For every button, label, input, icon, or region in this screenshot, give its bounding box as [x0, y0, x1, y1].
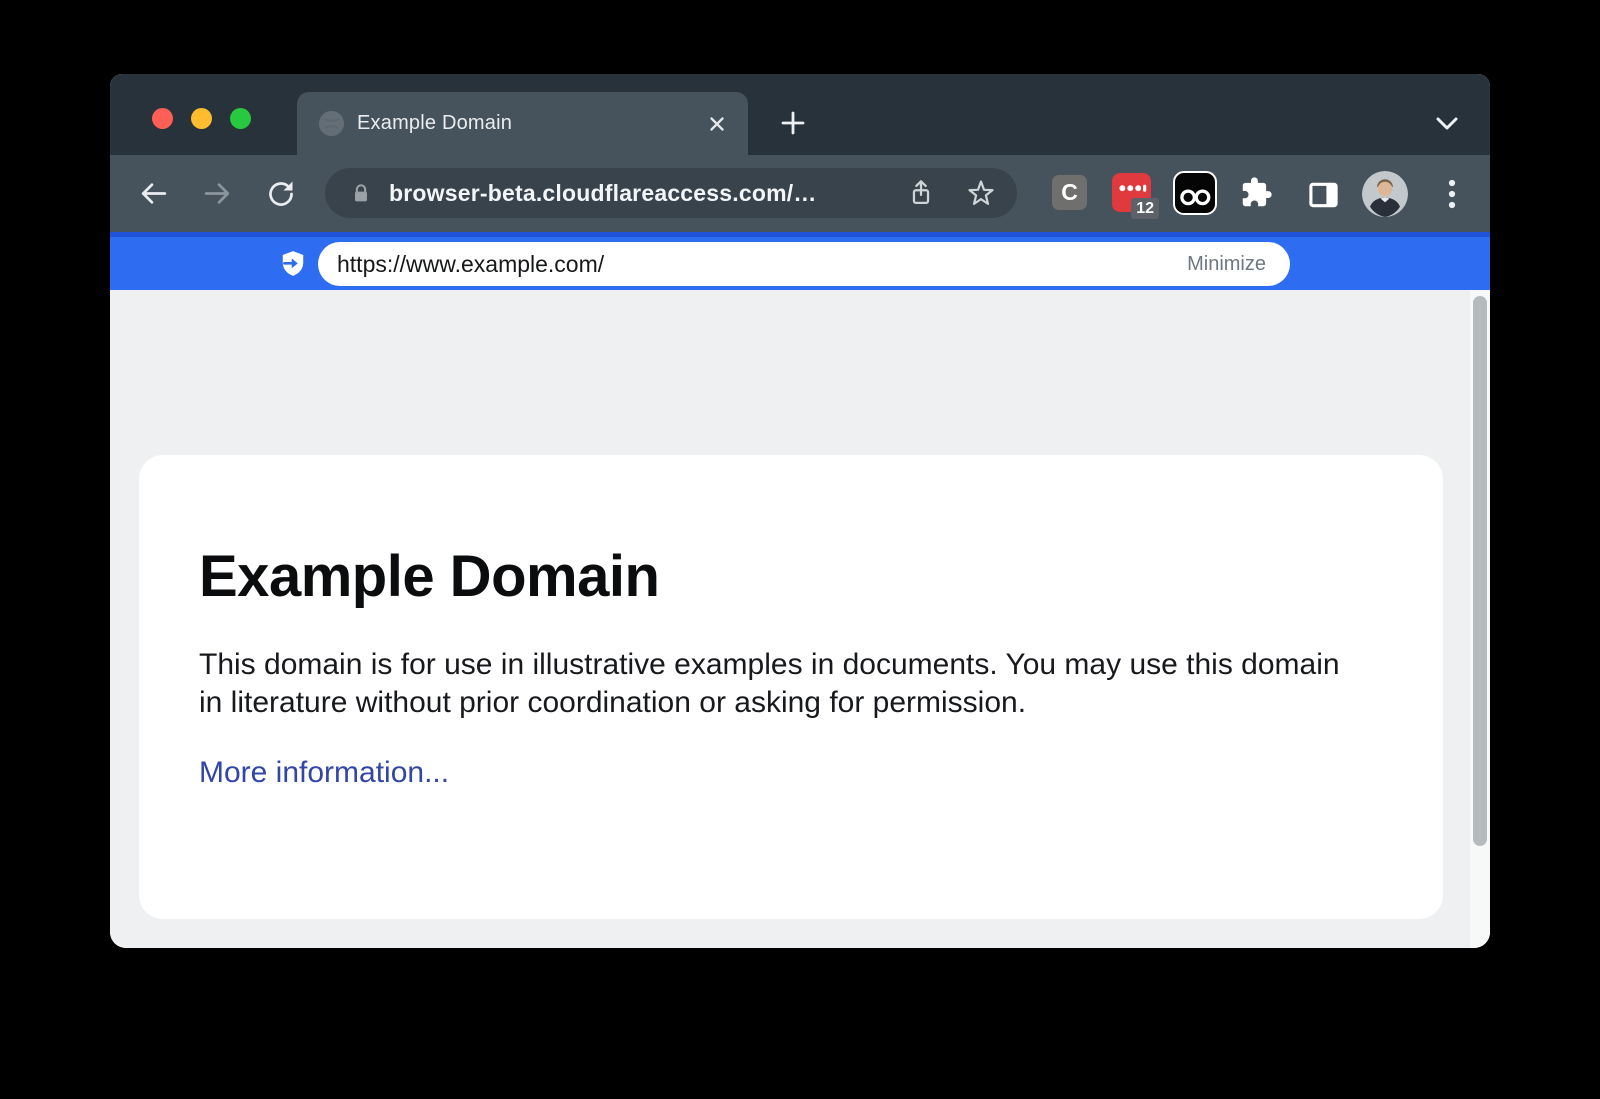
more-information-link[interactable]: More information...	[199, 756, 449, 790]
star-icon	[965, 178, 997, 209]
scrollbar-track[interactable]	[1470, 290, 1490, 948]
avatar-photo	[1362, 171, 1408, 217]
address-bar-url: browser-beta.cloudflareaccess.com/…	[389, 180, 877, 207]
extension-c-button[interactable]: C	[1052, 175, 1087, 210]
extensions-menu-button[interactable]	[1240, 176, 1273, 209]
minimize-window-button[interactable]	[191, 108, 212, 129]
profile-avatar[interactable]	[1362, 171, 1408, 217]
lock-icon	[349, 180, 373, 207]
browser-menu-button[interactable]	[1435, 177, 1468, 210]
forward-arrow-icon	[201, 177, 234, 210]
scrollbar-thumb[interactable]	[1473, 296, 1487, 846]
back-arrow-icon	[137, 177, 170, 210]
chevron-down-icon	[1434, 115, 1460, 133]
share-button[interactable]	[905, 177, 937, 209]
content-card: Example Domain This domain is for use in…	[139, 455, 1443, 919]
page-heading: Example Domain	[199, 543, 1383, 610]
side-panel-button[interactable]	[1307, 178, 1340, 211]
tab-strip: Example Domain	[110, 74, 1490, 155]
minimize-access-bar-button[interactable]: Minimize	[1187, 253, 1266, 276]
tab-close-icon[interactable]	[704, 111, 730, 137]
extension-badge: 12	[1131, 198, 1159, 219]
remote-url: https://www.example.com/	[337, 251, 1187, 278]
browser-window: Example Domain	[110, 74, 1490, 948]
close-window-button[interactable]	[152, 108, 173, 129]
back-button[interactable]	[137, 177, 170, 210]
access-bar: https://www.example.com/ Minimize	[110, 232, 1490, 290]
extension-password-button[interactable]: 12	[1112, 173, 1151, 212]
new-tab-button[interactable]	[777, 107, 809, 139]
forward-button[interactable]	[201, 177, 234, 210]
page-viewport: Example Domain This domain is for use in…	[110, 290, 1490, 948]
tab-title: Example Domain	[357, 112, 704, 135]
zoom-window-button[interactable]	[230, 108, 251, 129]
extension-c-label: C	[1061, 179, 1078, 206]
globe-icon	[318, 110, 345, 137]
bookmark-button[interactable]	[965, 177, 997, 209]
plus-icon	[779, 109, 807, 137]
puzzle-icon	[1240, 176, 1273, 209]
tab-search-button[interactable]	[1432, 112, 1462, 136]
share-icon	[906, 177, 936, 209]
page-body-text: This domain is for use in illustrative e…	[199, 646, 1354, 722]
kebab-menu-icon	[1448, 178, 1456, 210]
extension-circles-button[interactable]	[1173, 171, 1217, 215]
remote-url-bar[interactable]: https://www.example.com/ Minimize	[318, 242, 1290, 286]
browser-tab[interactable]: Example Domain	[297, 92, 748, 155]
reload-icon	[265, 178, 297, 210]
traffic-lights	[152, 108, 251, 129]
shield-arrow-icon	[280, 250, 306, 278]
reload-button[interactable]	[264, 177, 297, 210]
address-bar[interactable]: browser-beta.cloudflareaccess.com/…	[325, 168, 1017, 218]
browser-toolbar: browser-beta.cloudflareaccess.com/… C	[110, 155, 1490, 232]
side-panel-icon	[1308, 181, 1339, 209]
two-circles-icon	[1175, 173, 1215, 213]
